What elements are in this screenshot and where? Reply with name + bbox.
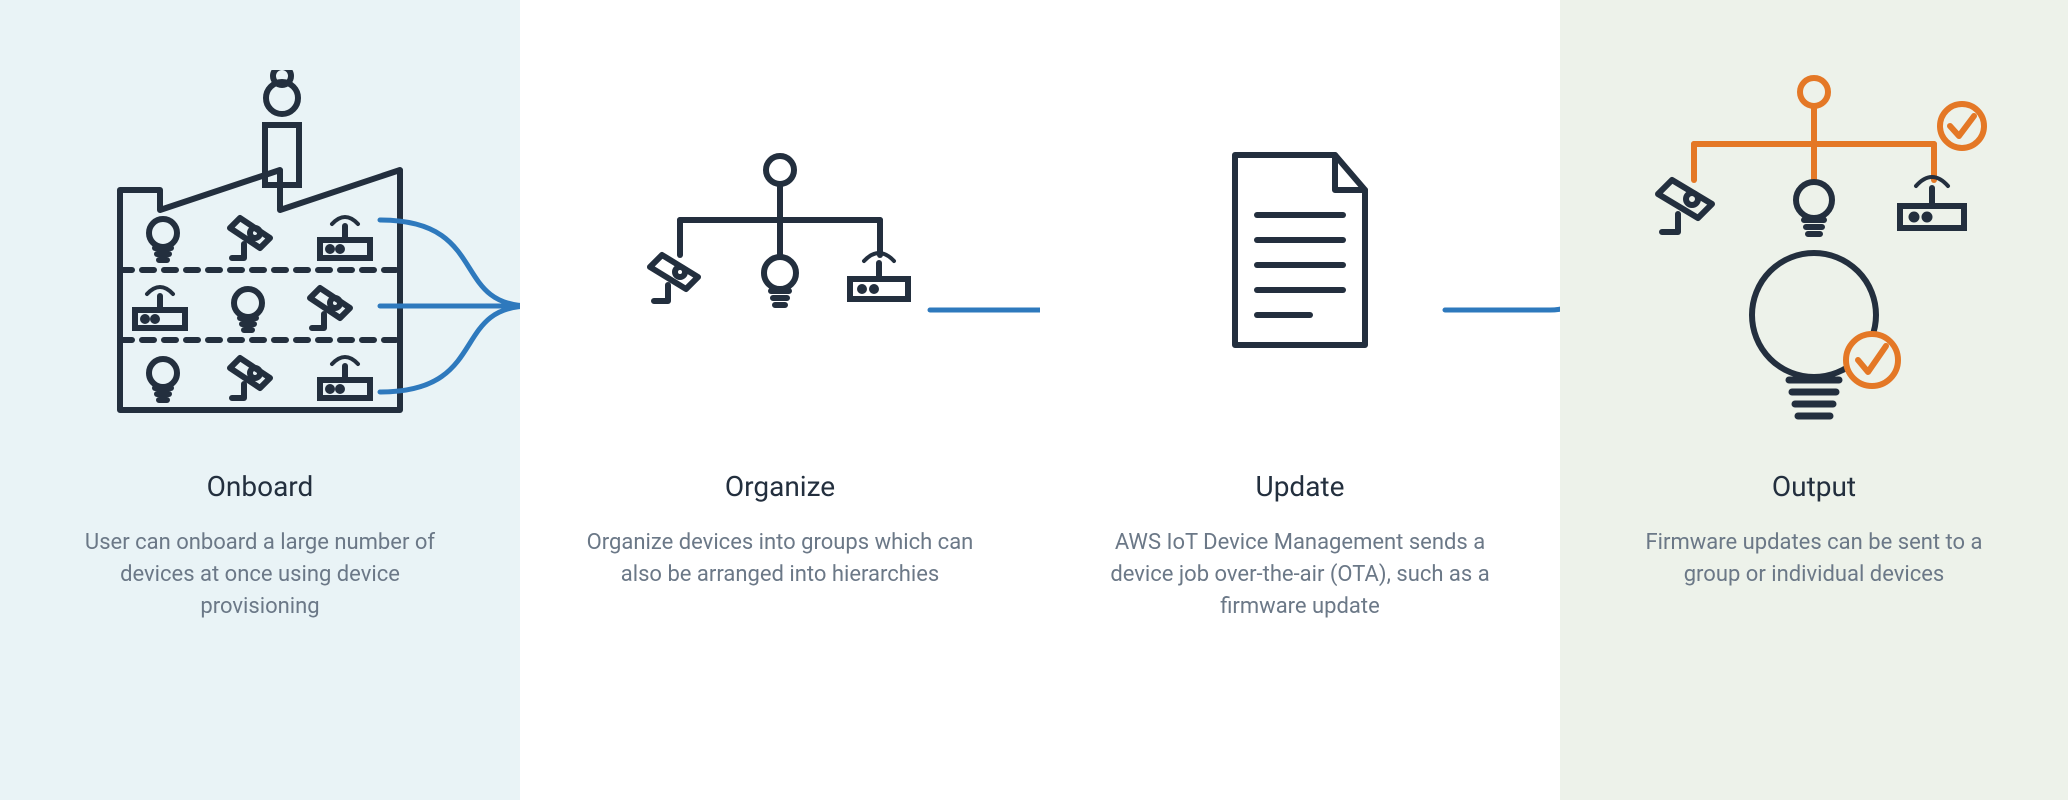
step-organize: Organize Organize devices into groups wh… — [520, 0, 1040, 800]
output-desc: Firmware updates can be sent to a group … — [1594, 527, 2034, 591]
organize-hierarchy-icon — [640, 150, 920, 350]
organize-desc: Organize devices into groups which can a… — [560, 527, 1000, 591]
output-devices-icon — [1634, 70, 1994, 430]
step-output: Output Firmware updates can be sent to a… — [1560, 0, 2068, 800]
onboard-factory-icon — [90, 70, 430, 430]
output-title: Output — [1772, 470, 1856, 503]
workflow-diagram: Onboard User can onboard a large number … — [0, 0, 2068, 800]
organize-title: Organize — [725, 470, 835, 503]
step-onboard: Onboard User can onboard a large number … — [0, 0, 520, 800]
onboard-desc: User can onboard a large number of devic… — [40, 527, 480, 623]
update-desc: AWS IoT Device Management sends a device… — [1080, 527, 1520, 623]
organize-illustration — [640, 60, 920, 440]
output-illustration — [1634, 60, 1994, 440]
update-illustration — [1215, 60, 1385, 440]
step-update: Update AWS IoT Device Management sends a… — [1040, 0, 1560, 800]
onboard-title: Onboard — [207, 470, 314, 503]
update-title: Update — [1256, 470, 1345, 503]
update-document-icon — [1215, 145, 1385, 355]
onboard-illustration — [90, 60, 430, 440]
